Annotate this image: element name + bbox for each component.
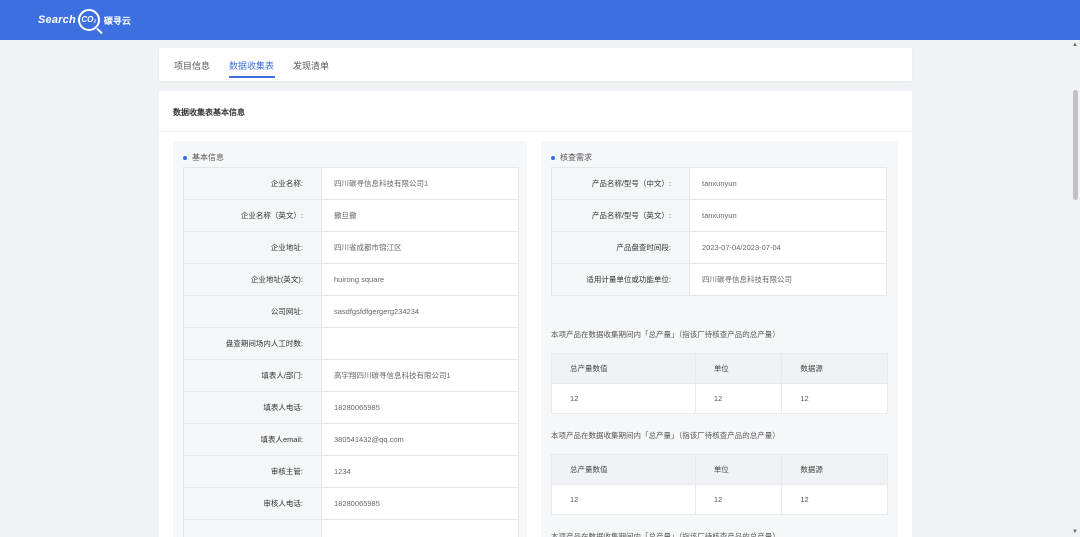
logo-search-text: Search (38, 14, 76, 26)
basic-info-header: 基本信息 (183, 152, 224, 163)
logo-co2-badge: CO₂ (77, 9, 100, 31)
field-label: 适用计量单位或功能单位: (551, 263, 690, 296)
bullet-dot-icon (551, 155, 555, 160)
field-value: 1234 (321, 455, 519, 488)
column-header: 总产量数值 (551, 454, 696, 485)
field-value: huirong square (321, 263, 519, 296)
total-output-note: 本项产品在数据收集期间内「总产量」（指该厂待核查产品的总产量） (551, 330, 780, 339)
page-scrollbar[interactable] (1073, 90, 1078, 200)
field-label: 企业名称: (183, 167, 322, 200)
total-output-table: 总产量数值 单位 数据源 12 12 12 (551, 454, 888, 515)
total-output-table: 总产量数值 单位 数据源 12 12 12 (551, 353, 888, 414)
field-label: 审核主管: (183, 455, 322, 488)
field-value (321, 327, 519, 360)
table-cell: 12 (781, 383, 888, 414)
tabs-bar: 项目信息 数据收集表 发现清单 (159, 48, 912, 81)
table-row: 审核主管: 1234 (183, 455, 519, 488)
total-output-note: 本项产品在数据收集期间内「总产量」（指该厂待核查产品的总产量） (551, 431, 780, 440)
field-label: 企业地址: (183, 231, 322, 264)
field-label: 产品盘查时间段: (551, 231, 690, 264)
field-label: 盘查期间场内人工时数: (183, 327, 322, 360)
field-value: 380541432@qq.com (321, 423, 519, 456)
page-title: 数据收集表基本信息 (173, 108, 245, 117)
tab-data-collection[interactable]: 数据收集表 (229, 59, 274, 72)
brand-logo[interactable]: Search CO₂ 碳寻云 (38, 8, 131, 32)
field-value: 高宇翔四川碳寻信息科技有限公司1 (321, 359, 519, 392)
tab-findings-list[interactable]: 发现清单 (293, 59, 329, 72)
table-row: 适用计量单位或功能单位: 四川碳寻信息科技有限公司 (551, 263, 887, 296)
product-info-table: 产品名称/型号（中文）: tanxunyun 产品名称/型号（英文）: tanxun… (551, 167, 887, 296)
table-row: 企业地址: 四川省成都市锦江区 (183, 231, 519, 264)
column-header: 数据源 (781, 353, 888, 384)
bullet-dot-icon (183, 155, 187, 160)
field-value: 18280065985 (321, 391, 519, 424)
table-row: 企业地址(英文): huirong square (183, 263, 519, 296)
field-value (321, 519, 519, 537)
table-cell: 12 (781, 484, 888, 515)
field-value: tanxunyun (689, 167, 887, 200)
table-row: 12 12 12 (551, 383, 888, 414)
field-value: 18280065985 (321, 487, 519, 520)
table-cell: 12 (551, 484, 696, 515)
table-row: 填表人email: 380541432@qq.com (183, 423, 519, 456)
table-row: 12 12 12 (551, 484, 888, 515)
field-label: 企业地址(英文): (183, 263, 322, 296)
field-label: 产品名称/型号（英文）: (551, 199, 690, 232)
table-header-row: 总产量数值 单位 数据源 (551, 353, 888, 384)
top-navbar: Search CO₂ 碳寻云 (0, 0, 1080, 40)
table-row: 企业名称: 四川碳寻信息科技有限公司1 (183, 167, 519, 200)
verification-needs-header: 核查需求 (551, 152, 592, 163)
field-label: 公司网址: (183, 295, 322, 328)
field-label (183, 519, 322, 537)
table-header-row: 总产量数值 单位 数据源 (551, 454, 888, 485)
table-row: 审核人电话: 18280065985 (183, 487, 519, 520)
field-value: 四川碳寻信息科技有限公司1 (321, 167, 519, 200)
field-label: 填表人/部门: (183, 359, 322, 392)
field-label: 产品名称/型号（中文）: (551, 167, 690, 200)
table-row: 产品名称/型号（英文）: tanxunyun (551, 199, 887, 232)
field-value: 四川省成都市锦江区 (321, 231, 519, 264)
basic-info-panel: 基本信息 企业名称: 四川碳寻信息科技有限公司1 企业名称（英文）: 撒旦撒 企业地… (173, 141, 527, 537)
table-row: 填表人/部门: 高宇翔四川碳寻信息科技有限公司1 (183, 359, 519, 392)
field-value: sasdfgsfdfgergerg234234 (321, 295, 519, 328)
divider (159, 131, 912, 132)
scroll-up-icon[interactable]: ▲ (1072, 42, 1078, 48)
basic-info-table: 企业名称: 四川碳寻信息科技有限公司1 企业名称（英文）: 撒旦撒 企业地址: 四川省… (183, 167, 519, 537)
main-card: 数据收集表基本信息 基本信息 企业名称: 四川碳寻信息科技有限公司1 企业名称（英… (159, 91, 912, 537)
table-row: 公司网址: sasdfgsfdfgergerg234234 (183, 295, 519, 328)
table-row (183, 519, 519, 537)
verification-needs-panel: 核查需求 产品名称/型号（中文）: tanxunyun 产品名称/型号（英文）: t… (541, 141, 898, 537)
total-output-note: 本项产品在数据收集期间内「总产量」（指该厂待核查产品的总产量） (551, 532, 780, 537)
section-title: 核查需求 (560, 153, 592, 162)
field-label: 审核人电话: (183, 487, 322, 520)
table-cell: 12 (694, 383, 783, 414)
field-value: 撒旦撒 (321, 199, 519, 232)
table-cell: 12 (551, 383, 696, 414)
table-row: 盘查期间场内人工时数: (183, 327, 519, 360)
scroll-down-icon[interactable]: ▼ (1072, 529, 1078, 535)
field-value: 四川碳寻信息科技有限公司 (689, 263, 887, 296)
column-header: 数据源 (781, 454, 888, 485)
logo-cn-text: 碳寻云 (103, 15, 131, 26)
section-title: 基本信息 (192, 153, 224, 162)
field-value: 2023-07-04/2023-07-04 (689, 231, 887, 264)
table-cell: 12 (694, 484, 783, 515)
field-label: 企业名称（英文）: (183, 199, 322, 232)
table-row: 企业名称（英文）: 撒旦撒 (183, 199, 519, 232)
field-label: 填表人电话: (183, 391, 322, 424)
column-header: 单位 (694, 353, 783, 384)
active-tab-indicator (229, 76, 275, 78)
table-row: 填表人电话: 18280065985 (183, 391, 519, 424)
column-header: 总产量数值 (551, 353, 696, 384)
table-row: 产品盘查时间段: 2023-07-04/2023-07-04 (551, 231, 887, 264)
field-label: 填表人email: (183, 423, 322, 456)
tab-project-info[interactable]: 项目信息 (174, 59, 210, 72)
table-row: 产品名称/型号（中文）: tanxunyun (551, 167, 887, 200)
field-value: tanxunyun (689, 199, 887, 232)
column-header: 单位 (694, 454, 783, 485)
